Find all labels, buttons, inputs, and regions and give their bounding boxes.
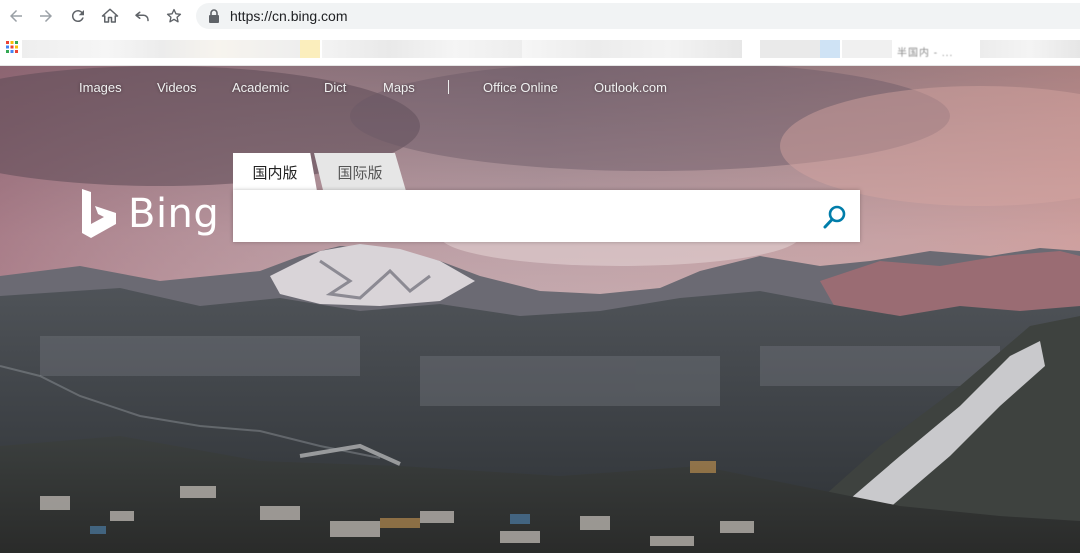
home-icon[interactable]	[94, 0, 126, 32]
bookmark-item-blurred[interactable]	[760, 40, 820, 58]
logo-text: Bing	[128, 191, 220, 237]
nav-dict[interactable]: Dict	[324, 80, 346, 95]
nav-videos[interactable]: Videos	[157, 80, 197, 95]
tab-domestic[interactable]: 国内版	[233, 153, 317, 191]
nav-maps[interactable]: Maps	[383, 80, 415, 95]
background-photo	[0, 66, 1080, 553]
search-input[interactable]	[243, 196, 803, 236]
bookmark-item-blurred[interactable]	[842, 40, 892, 58]
address-bar[interactable]: https://cn.bing.com	[196, 3, 1080, 29]
search-icon	[823, 205, 846, 229]
star-bookmark-icon[interactable]	[158, 0, 190, 32]
nav-images[interactable]: Images	[79, 80, 122, 95]
nav-office-online[interactable]: Office Online	[483, 80, 558, 95]
tab-international[interactable]: 国际版	[314, 153, 406, 191]
browser-toolbar: https://cn.bing.com	[0, 0, 1080, 32]
bookmark-item-blurred[interactable]	[522, 40, 742, 58]
nav-academic[interactable]: Academic	[232, 80, 289, 95]
bing-b-icon	[82, 189, 116, 238]
undo-icon[interactable]	[126, 0, 158, 32]
lock-icon	[209, 9, 219, 23]
nav-outlook[interactable]: Outlook.com	[594, 80, 667, 95]
bookmark-item-blurred[interactable]	[300, 40, 320, 58]
back-arrow-icon[interactable]	[0, 0, 32, 32]
address-url[interactable]: https://cn.bing.com	[230, 8, 348, 24]
bookmark-item-blurred[interactable]	[820, 40, 840, 58]
search-box	[233, 190, 860, 242]
bookmark-item-blurred[interactable]	[322, 40, 522, 58]
bing-logo[interactable]: Bing	[80, 188, 219, 238]
bookmark-item-blurred[interactable]	[22, 40, 302, 58]
bookmark-item-blurred[interactable]	[980, 40, 1080, 58]
reload-icon[interactable]	[62, 0, 94, 32]
nav-divider	[448, 80, 449, 94]
apps-grid-icon[interactable]	[6, 41, 18, 53]
bookmark-label-blurred[interactable]: 半国内 - ...	[897, 44, 953, 59]
search-button[interactable]	[820, 202, 850, 232]
bookmarks-bar: 半国内 - ...	[0, 32, 1080, 66]
forward-arrow-icon[interactable]	[30, 0, 62, 32]
